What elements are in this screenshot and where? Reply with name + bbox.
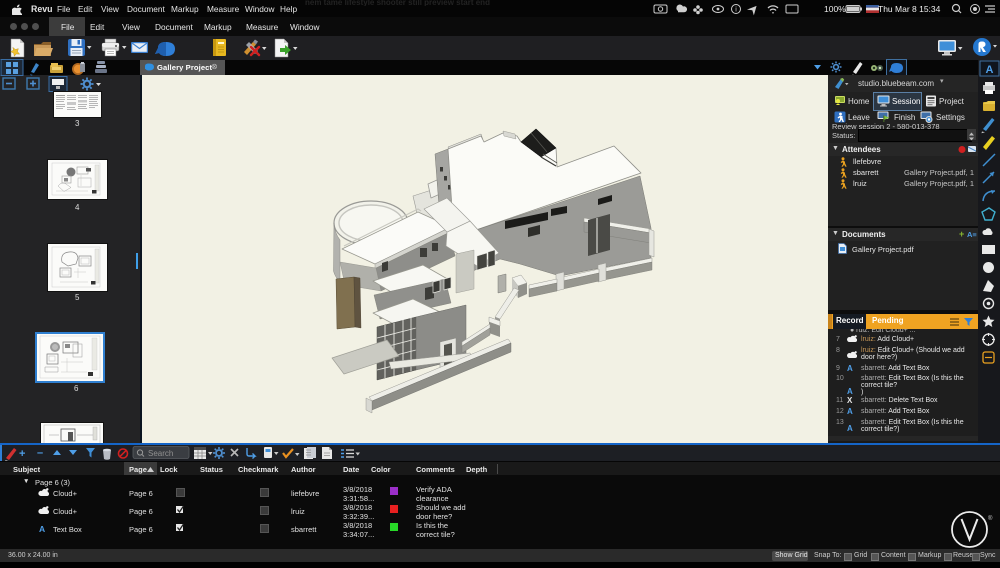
svg-text:+: + xyxy=(19,448,25,460)
svg-text:i: i xyxy=(735,7,737,14)
svg-text:Thu Mar 8 15:34: Thu Mar 8 15:34 xyxy=(878,4,941,14)
svg-text:Search: Search xyxy=(148,449,173,458)
svg-text:–: – xyxy=(37,447,43,459)
svg-text:®: ® xyxy=(988,515,993,522)
svg-text:A: A xyxy=(986,64,994,76)
svg-text:100%: 100% xyxy=(824,4,846,14)
